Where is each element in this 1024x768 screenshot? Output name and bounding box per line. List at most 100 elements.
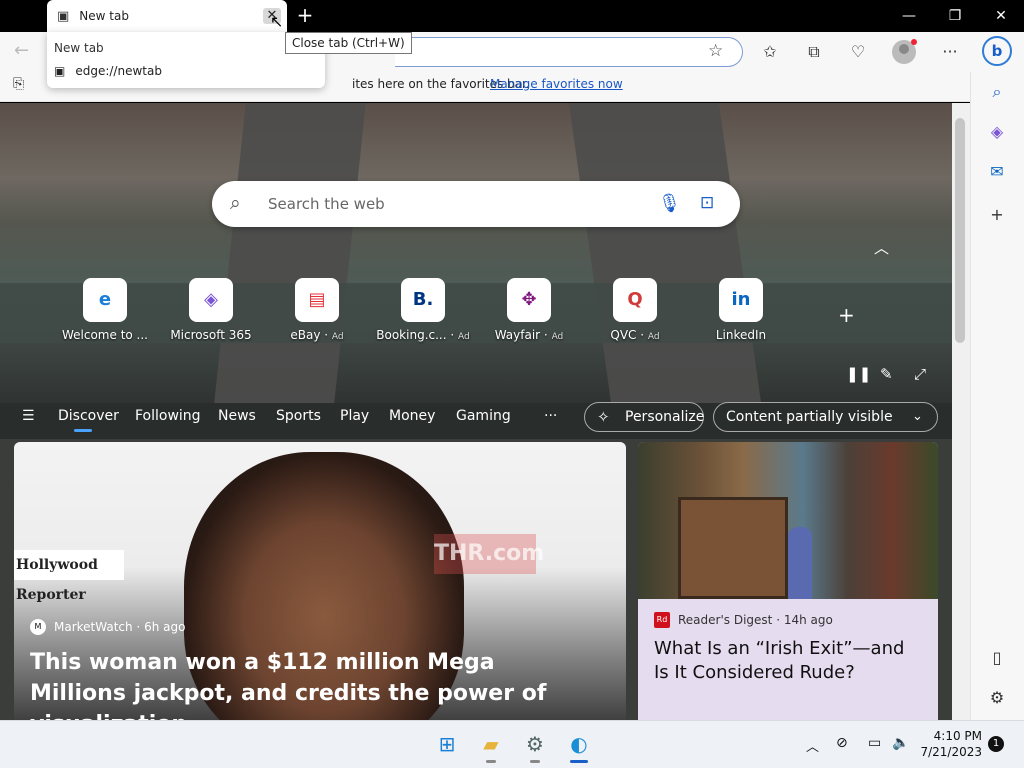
minimize-button[interactable]: — [886,0,932,32]
personalize-button[interactable]: ✧ Personalize [584,402,704,432]
ad-badge: Ad [647,332,660,342]
settings-gear-icon[interactable]: ⚙ [520,729,550,759]
personalize-label: Personalize [625,409,705,425]
quick-link-tile[interactable]: ✥ [507,278,551,322]
readers-digest-icon: Rd [654,612,670,628]
microsoft-365-icon[interactable]: ◈ [985,120,1009,144]
browser-essentials-icon[interactable]: ♡ [846,40,870,64]
edit-background-icon[interactable]: ✎ [880,365,893,383]
outlook-icon[interactable]: ✉ [985,160,1009,184]
clock[interactable]: 4:10 PM 7/21/2023 [918,728,982,760]
tab-news[interactable]: News [218,408,256,424]
start-windows-icon[interactable]: ⊞ [432,729,462,759]
tab-new-tab[interactable]: ▣ New tab [47,0,287,32]
article-source: Rd Reader's Digest · 14h ago [654,612,833,628]
article-headline[interactable]: What Is an “Irish Exit”—and Is It Consid… [654,637,924,685]
thr-watermark: THR.com [434,534,544,574]
volume-icon[interactable]: 🔈 [892,735,909,751]
article-age: 6h ago [144,620,186,634]
tab-discover[interactable]: Discover [58,408,119,424]
quick-link-tile[interactable]: ◈ [189,278,233,322]
sidebar-toggle-icon[interactable]: ▯ [985,646,1009,670]
microphone-icon[interactable]: 🎙 [658,193,681,214]
site-logo-icon: ✥ [521,289,537,310]
page-icon: ▣ [54,64,66,78]
quick-link-tile[interactable]: e [83,278,127,322]
quick-link-label[interactable]: Wayfair · Ad [474,328,584,342]
chevron-up-icon[interactable]: ︿ [874,237,889,258]
article-photo [638,442,938,599]
chevron-down-icon: ⌄ [912,409,923,424]
quick-link-tile[interactable]: in [719,278,763,322]
import-favorites-icon[interactable]: ⎘ [13,76,24,92]
back-button[interactable]: ← [14,40,29,62]
quick-link-tile[interactable]: Q [613,278,657,322]
search-icon[interactable]: ⌕ [985,80,1009,104]
ad-badge: Ad [551,332,564,342]
site-logo-icon: in [731,289,751,310]
chevron-up-icon[interactable]: ︿ [806,736,819,755]
separator: · [132,620,145,634]
bing-chat-icon[interactable]: b [982,36,1012,66]
quick-link-tile[interactable]: B. [401,278,445,322]
page-icon: ▣ [57,8,70,24]
scrollbar-thumb[interactable] [955,118,965,343]
favorites-icon[interactable]: ✩ [758,40,782,64]
quick-link-label[interactable]: Microsoft 365 [156,328,266,342]
more-tabs-icon[interactable]: ··· [544,408,557,424]
gear-icon[interactable]: ⚙ [985,686,1009,710]
ad-badge: Ad [331,332,344,342]
display-icon[interactable]: ▭ [868,735,881,751]
quick-link-text: Welcome to ... [61,328,148,342]
hero-background [0,103,952,403]
tab-following[interactable]: Following [135,408,201,424]
restore-button[interactable]: ❐ [932,0,978,32]
collections-icon[interactable]: ⧉ [802,40,826,64]
edge-browser-icon[interactable]: ◐ [564,729,594,759]
news-card-main[interactable]: Hollywood Reporter THR.com M MarketWatch… [14,442,626,720]
tab-gaming[interactable]: Gaming [456,408,511,424]
source-name: MarketWatch [54,620,133,634]
visual-search-icon[interactable]: ⊡ [700,193,714,213]
manage-favorites-link[interactable]: Manage favorites now [490,77,623,91]
active-app-indicator [570,760,588,763]
pause-icon[interactable]: ❚❚ [846,365,871,383]
new-tab-button[interactable]: + [294,4,316,26]
add-sidebar-app-icon[interactable]: + [985,203,1009,227]
network-offline-icon[interactable]: ⊘ [836,735,848,751]
content-visibility-dropdown[interactable]: Content partially visible ⌄ [713,402,938,432]
hover-card-title: New tab [54,41,104,55]
time: 4:10 PM [933,729,982,743]
tab-play[interactable]: Play [340,408,369,424]
notification-badge[interactable]: 1 [988,736,1004,752]
date: 7/21/2023 [920,745,982,759]
quick-link-tile[interactable]: ▤ [295,278,339,322]
search-input[interactable]: Search the web [268,195,385,213]
hollywood-reporter-logo: Hollywood Reporter [14,550,124,603]
new-tab-page: ⌕ Search the web 🎙 ⊡ ︿ e Welcome to ... ◈ M… [0,103,952,720]
expand-icon[interactable]: ⤢ [914,365,926,383]
quick-link-label[interactable]: eBay · Ad [262,328,372,342]
address-bar[interactable] [395,37,743,67]
road-graphic [214,103,366,403]
file-explorer-icon[interactable]: ▰ [476,729,506,759]
tab-sports[interactable]: Sports [276,408,321,424]
favorite-star-icon[interactable]: ☆ [708,41,723,61]
quick-link-label[interactable]: Booking.c... · Ad [368,328,478,342]
quick-link-text: eBay [290,328,321,342]
news-card-secondary[interactable]: Rd Reader's Digest · 14h ago What Is an … [638,442,938,720]
door-graphic [678,497,788,599]
marketwatch-icon: M [30,619,46,635]
article-age: 14h ago [783,613,833,627]
article-headline[interactable]: This woman won a $112 million Mega Milli… [30,647,590,720]
add-site-icon[interactable]: + [838,303,855,327]
sparkle-icon: ✧ [597,408,610,426]
quick-link-label[interactable]: Welcome to ... [50,328,160,342]
search-box[interactable]: ⌕ Search the web 🎙 ⊡ [212,181,740,227]
hamburger-icon[interactable]: ☰ [22,408,35,424]
close-window-button[interactable]: ✕ [978,0,1024,32]
quick-link-label[interactable]: LinkedIn [686,328,796,342]
tab-money[interactable]: Money [389,408,435,424]
more-menu-icon[interactable]: ··· [938,40,962,64]
quick-link-label[interactable]: QVC · Ad [580,328,690,342]
